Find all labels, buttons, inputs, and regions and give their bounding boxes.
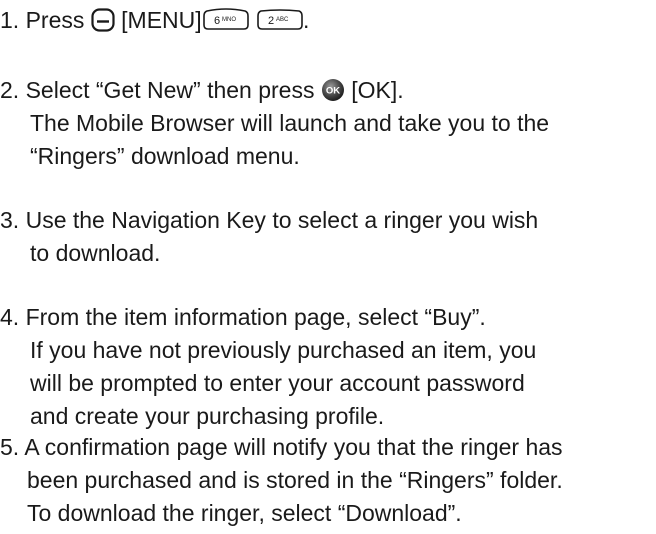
step-2-number: 2. — [0, 77, 20, 103]
step-4-number: 4. — [0, 304, 20, 330]
step-4-line-4: and create your purchasing profile. — [30, 403, 385, 429]
step-2-line-1: 2. Select “Get New” then press OK [OK]. — [0, 74, 656, 107]
ok-key-text: OK — [326, 86, 340, 97]
step-2-line-3: “Ringers” download menu. — [30, 143, 300, 169]
step-1-tail: . — [303, 7, 310, 33]
step-1: 1. Press [MENU] 6 MNO 2 ABC . — [0, 4, 656, 37]
step-1-line: 1. Press [MENU] 6 MNO 2 ABC . — [0, 4, 656, 37]
instructions-page: 1. Press [MENU] 6 MNO 2 ABC . 2. Select … — [0, 0, 656, 534]
step-5-text: A confirmation page will notify you that… — [24, 434, 563, 460]
menu-label: [MENU] — [121, 7, 202, 33]
step-5: 5. A confirmation page will notify you t… — [0, 431, 656, 530]
key-6-sub: MNO — [222, 17, 236, 23]
key-2-abc-icon: 2 ABC — [257, 8, 303, 32]
key-6-main: 6 — [214, 15, 220, 27]
step-4-line-1: 4. From the item information page, selec… — [0, 301, 656, 334]
step-4-line-2: If you have not previously purchased an … — [30, 337, 537, 363]
step-3: 3. Use the Navigation Key to select a ri… — [0, 204, 656, 270]
step-3-line-1: 3. Use the Navigation Key to select a ri… — [0, 204, 656, 237]
key-6-mno-icon: 6 MNO — [202, 8, 249, 32]
step-3-number: 3. — [0, 207, 20, 233]
left-softkey-icon — [91, 8, 115, 32]
step-2-line-2: The Mobile Browser will launch and take … — [30, 110, 550, 136]
ok-key-icon: OK — [321, 78, 345, 102]
step-5-line-2: been purchased and is stored in the “Rin… — [27, 467, 563, 493]
step-1-number: 1. — [0, 7, 20, 33]
step-4: 4. From the item information page, selec… — [0, 301, 656, 433]
step-2: 2. Select “Get New” then press OK [OK]. — [0, 74, 656, 173]
key-2-sub: ABC — [276, 17, 289, 23]
step-5-line-1: 5. A confirmation page will notify you t… — [0, 431, 656, 464]
step-3-text: Use the Navigation Key to select a ringe… — [25, 207, 539, 233]
step-3-line-2: to download. — [30, 240, 161, 266]
step-4-text: From the item information page, select “… — [25, 304, 486, 330]
key-2-main: 2 — [268, 15, 274, 27]
step-5-number: 5. — [0, 434, 20, 460]
step-5-line-3: To download the ringer, select “Download… — [27, 500, 462, 526]
ok-label: [OK]. — [351, 77, 404, 103]
step-4-line-3: will be prompted to enter your account p… — [30, 370, 525, 396]
step-2-text: Select “Get New” then press — [25, 77, 315, 103]
step-1-text: Press — [25, 7, 85, 33]
